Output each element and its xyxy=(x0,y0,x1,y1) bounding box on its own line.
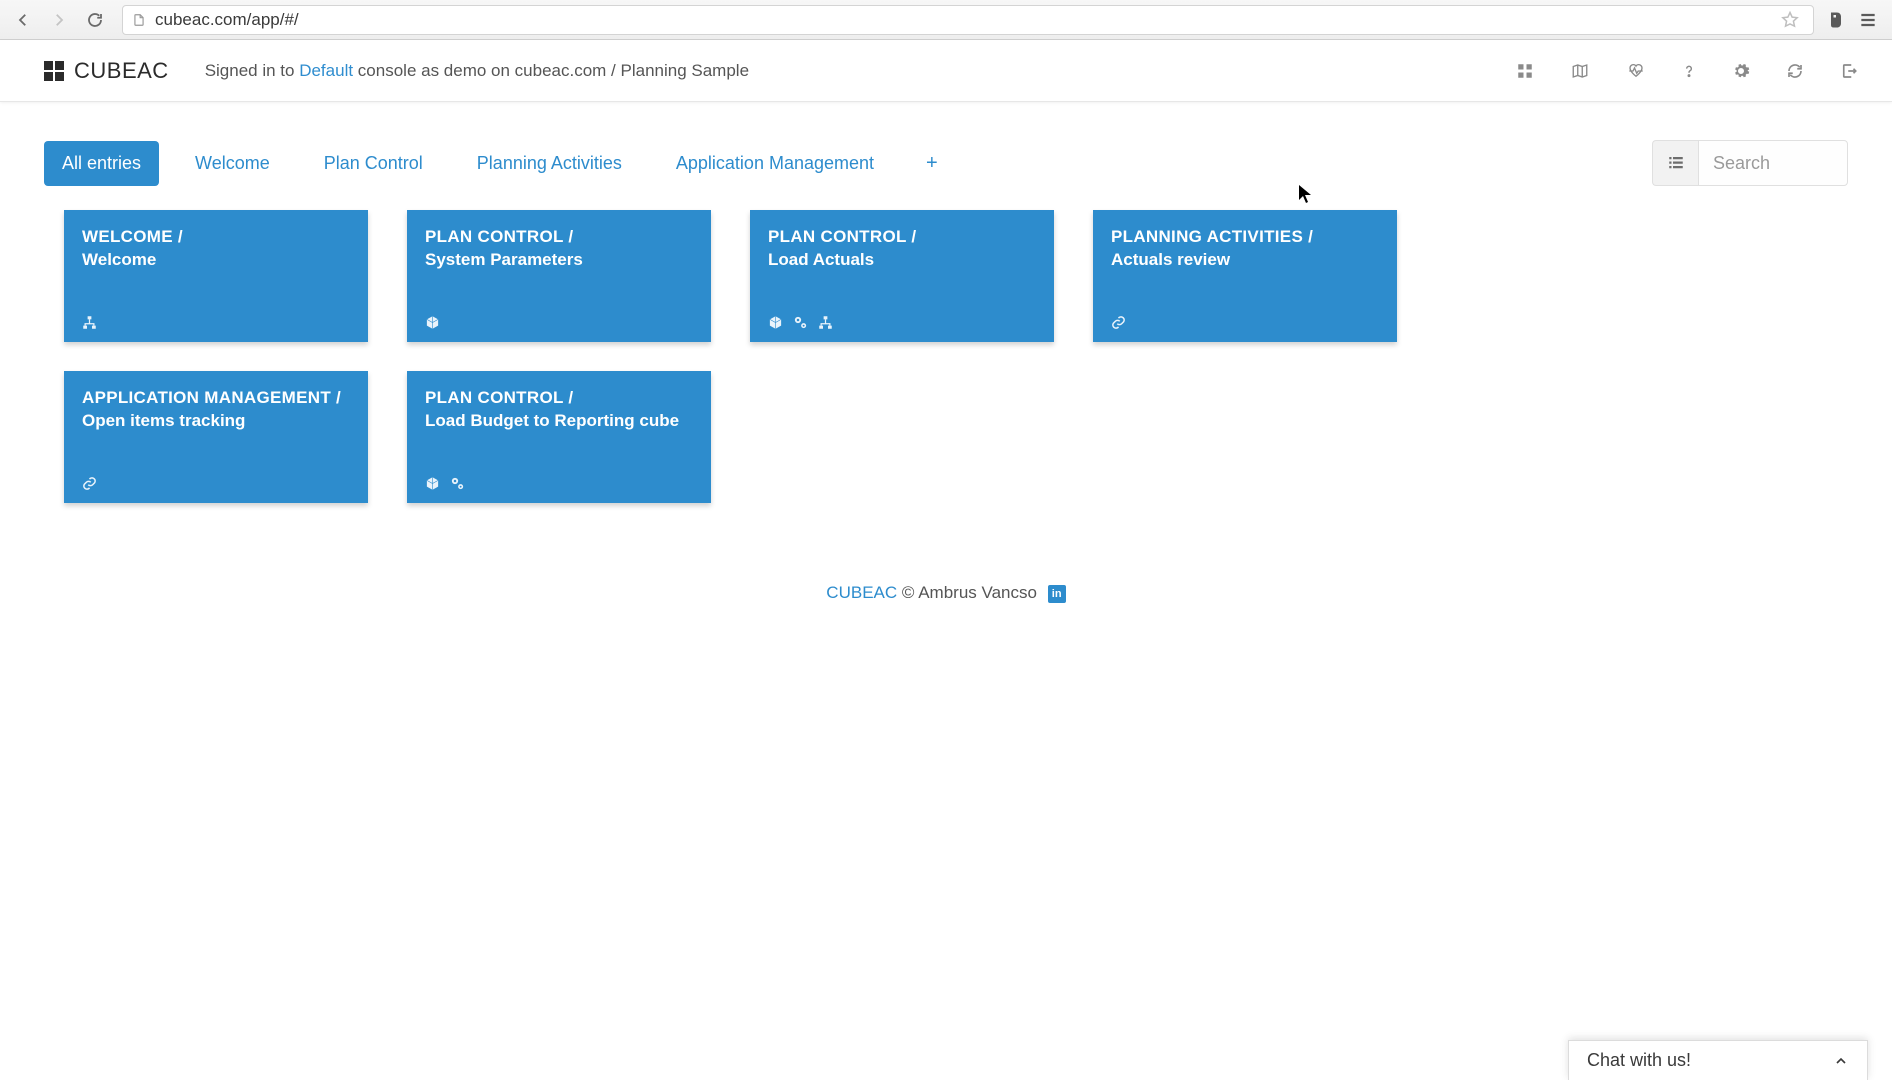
card-title: Welcome xyxy=(82,249,350,272)
link-icon xyxy=(1111,315,1126,330)
brand-logo-icon xyxy=(44,61,64,81)
tab-label: All entries xyxy=(62,153,141,173)
chat-label: Chat with us! xyxy=(1587,1050,1691,1071)
card-icon-row xyxy=(1111,315,1379,330)
card-title: Actuals review xyxy=(1111,249,1379,272)
gears-icon xyxy=(450,476,465,491)
card-category: WELCOME / xyxy=(82,226,350,249)
tab-plan-control[interactable]: Plan Control xyxy=(306,141,441,186)
page-icon xyxy=(131,12,147,28)
tab-planning-activities[interactable]: Planning Activities xyxy=(459,141,640,186)
browser-chrome: cubeac.com/app/#/ xyxy=(0,0,1892,40)
browser-url-bar[interactable]: cubeac.com/app/#/ xyxy=(122,5,1814,35)
logout-icon[interactable] xyxy=(1840,62,1858,80)
card-category: PLANNING ACTIVITIES / xyxy=(1111,226,1379,249)
card[interactable]: PLAN CONTROL /Load Actuals xyxy=(750,210,1054,342)
card-title: Load Budget to Reporting cube xyxy=(425,410,693,433)
signed-in-suffix: console as demo on cubeac.com / Planning… xyxy=(353,61,749,80)
card-category: PLAN CONTROL / xyxy=(425,226,693,249)
card[interactable]: PLAN CONTROL /Load Budget to Reporting c… xyxy=(407,371,711,503)
browser-url-text: cubeac.com/app/#/ xyxy=(155,10,299,30)
card[interactable]: APPLICATION MANAGEMENT /Open items track… xyxy=(64,371,368,503)
tab-application-management[interactable]: Application Management xyxy=(658,141,892,186)
cube-icon xyxy=(425,476,440,491)
browser-reload-button[interactable] xyxy=(80,5,110,35)
card-icon-row xyxy=(82,315,350,330)
footer: CUBEAC © Ambrus Vancso in xyxy=(0,583,1892,603)
sitemap-icon xyxy=(82,315,97,330)
card-icon-row xyxy=(768,315,1036,330)
linkedin-icon[interactable]: in xyxy=(1048,585,1066,603)
tab-label: Application Management xyxy=(676,153,874,173)
browser-forward-button[interactable] xyxy=(44,5,74,35)
link-icon xyxy=(82,476,97,491)
map-icon[interactable] xyxy=(1570,62,1590,80)
footer-brand-link[interactable]: CUBEAC xyxy=(826,583,897,602)
card-title: Open items tracking xyxy=(82,410,350,433)
card-category: APPLICATION MANAGEMENT / xyxy=(82,387,350,410)
refresh-icon[interactable] xyxy=(1786,62,1804,80)
chat-widget[interactable]: Chat with us! xyxy=(1568,1040,1868,1080)
gears-icon xyxy=(793,315,808,330)
sitemap-icon xyxy=(818,315,833,330)
tab-label: Plan Control xyxy=(324,153,423,173)
card-icon-row xyxy=(82,476,350,491)
signed-in-link[interactable]: Default xyxy=(299,61,353,80)
card-title: Load Actuals xyxy=(768,249,1036,272)
search-group xyxy=(1652,140,1848,186)
browser-right-icons xyxy=(1826,10,1884,30)
list-view-toggle[interactable] xyxy=(1652,140,1698,186)
brand-text: CUBEAC xyxy=(74,58,169,84)
search-input[interactable] xyxy=(1698,140,1848,186)
brand-logo[interactable]: CUBEAC xyxy=(44,58,169,84)
tab-add-button[interactable]: + xyxy=(910,142,954,185)
tab-label: Planning Activities xyxy=(477,153,622,173)
evernote-extension-icon[interactable] xyxy=(1826,10,1846,30)
card-title: System Parameters xyxy=(425,249,693,272)
card[interactable]: WELCOME /Welcome xyxy=(64,210,368,342)
card-category: PLAN CONTROL / xyxy=(768,226,1036,249)
cards-grid: WELCOME /WelcomePLAN CONTROL /System Par… xyxy=(0,186,1892,503)
browser-menu-icon[interactable] xyxy=(1858,10,1878,30)
tab-label: Welcome xyxy=(195,153,270,173)
mouse-cursor xyxy=(1298,184,1312,204)
signed-in-text: Signed in to Default console as demo on … xyxy=(205,61,749,81)
chevron-up-icon xyxy=(1833,1053,1849,1069)
tab-bar: All entries Welcome Plan Control Plannin… xyxy=(0,102,1892,186)
cube-icon xyxy=(768,315,783,330)
gear-icon[interactable] xyxy=(1732,62,1750,80)
help-icon[interactable] xyxy=(1682,61,1696,81)
grid-view-icon[interactable] xyxy=(1516,62,1534,80)
card-icon-row xyxy=(425,315,693,330)
tab-welcome[interactable]: Welcome xyxy=(177,141,288,186)
bookmark-star-icon[interactable] xyxy=(1775,5,1805,35)
card-icon-row xyxy=(425,476,693,491)
heartbeat-icon[interactable] xyxy=(1626,62,1646,80)
footer-author: Ambrus Vancso xyxy=(918,583,1037,602)
header-icon-group xyxy=(1516,61,1858,81)
app-header: CUBEAC Signed in to Default console as d… xyxy=(0,40,1892,102)
card-category: PLAN CONTROL / xyxy=(425,387,693,410)
footer-copyright-symbol: © xyxy=(902,583,915,602)
signed-in-prefix: Signed in to xyxy=(205,61,300,80)
cube-icon xyxy=(425,315,440,330)
add-tab-label: + xyxy=(926,152,938,174)
browser-back-button[interactable] xyxy=(8,5,38,35)
card[interactable]: PLAN CONTROL /System Parameters xyxy=(407,210,711,342)
tab-all-entries[interactable]: All entries xyxy=(44,141,159,186)
card[interactable]: PLANNING ACTIVITIES /Actuals review xyxy=(1093,210,1397,342)
